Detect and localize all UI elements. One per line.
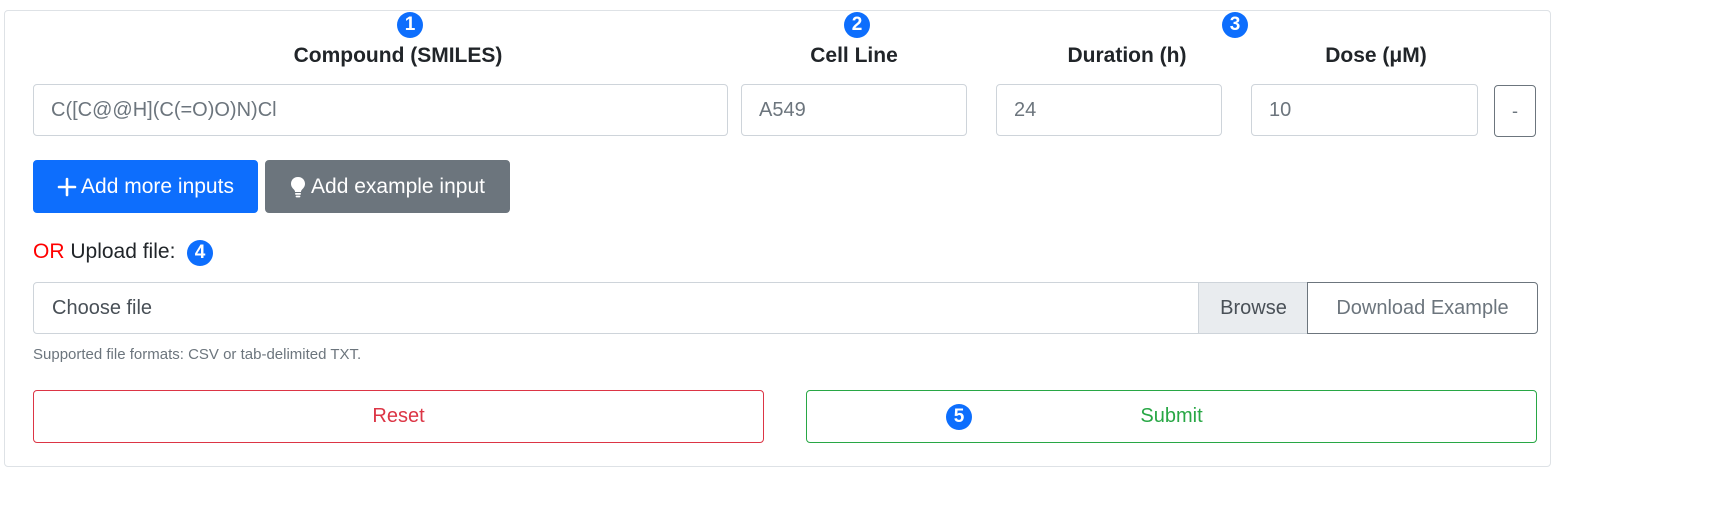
duration-header: Duration (h) [1067,44,1187,67]
file-upload-input[interactable]: Choose file Browse Download Example [33,282,1538,334]
supported-formats-help: Supported file formats: CSV or tab-delim… [33,346,362,363]
plus-icon [57,177,77,197]
step-badge-4: 4 [187,240,213,266]
lightbulb-icon [290,176,306,198]
reset-button[interactable]: Reset [33,390,764,443]
duration-input[interactable]: 24 [996,84,1222,136]
or-text: OR [33,240,65,263]
dose-header: Dose (μM) [1325,44,1427,67]
step-badge-5: 5 [946,404,972,430]
add-example-input-label: Add example input [311,174,485,198]
dose-input[interactable]: 10 [1251,84,1478,136]
step-badge-1: 1 [397,12,423,38]
compound-smiles-input[interactable]: C([C@@H](C(=O)O)N)Cl [33,84,728,136]
add-more-inputs-label: Add more inputs [81,174,234,198]
cell-line-input[interactable]: A549 [741,84,967,136]
submit-button[interactable]: Submit [806,390,1537,443]
upload-file-label: OR Upload file: [33,240,175,264]
compound-header: Compound (SMILES) [293,44,503,67]
add-more-inputs-button[interactable]: Add more inputs [33,160,258,213]
step-badge-3: 3 [1222,12,1248,38]
download-example-button[interactable]: Download Example [1307,282,1538,334]
add-example-input-button[interactable]: Add example input [265,160,510,213]
step-badge-2: 2 [844,12,870,38]
cell-line-header: Cell Line [810,44,898,67]
remove-row-button[interactable]: - [1494,85,1536,137]
choose-file-text: Choose file [52,297,153,319]
browse-button[interactable]: Browse [1198,283,1308,333]
upload-label-text: Upload file: [70,240,176,263]
